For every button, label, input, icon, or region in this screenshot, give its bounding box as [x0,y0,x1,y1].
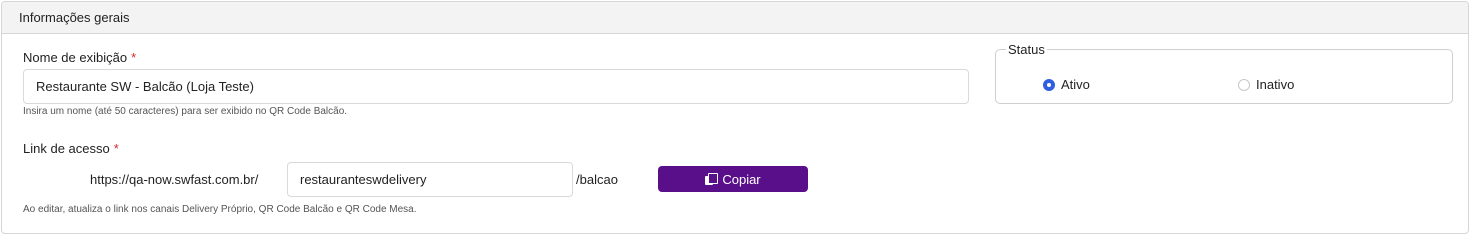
access-link-help: Ao editar, atualiza o link nos canais De… [23,204,417,215]
link-prefix: https://qa-now.swfast.com.br/ [90,172,259,187]
radio-active[interactable] [1043,78,1055,91]
copy-icon [705,173,719,185]
radio-inactive[interactable] [1238,78,1250,91]
access-link-label-text: Link de acesso [23,141,110,156]
copy-link-button[interactable]: Copiar [658,166,808,192]
display-name-help: Insira um nome (até 50 caracteres) para … [23,106,348,117]
status-option-active[interactable]: Ativo [1043,77,1090,92]
status-option-inactive[interactable]: Inativo [1238,77,1294,92]
card-header: Informações gerais [2,2,1468,34]
required-mark: * [131,50,137,65]
status-fieldset: Status Ativo Inativo [995,42,1453,104]
display-name-input[interactable] [23,69,969,104]
radio-inactive-label: Inativo [1256,77,1295,92]
display-name-label: Nome de exibição * [23,50,136,65]
status-legend: Status [1008,42,1045,57]
link-suffix: /balcao [576,172,618,187]
display-name-label-text: Nome de exibição [23,50,128,65]
section-title: Informações gerais [19,10,130,25]
access-link-label: Link de acesso * [23,141,119,156]
copy-button-label: Copiar [722,171,761,187]
link-slug-input[interactable] [287,162,573,197]
general-info-card: Informações gerais Nome de exibição* Ins… [1,1,1469,234]
radio-active-label: Ativo [1061,77,1090,92]
required-mark: * [113,141,119,156]
